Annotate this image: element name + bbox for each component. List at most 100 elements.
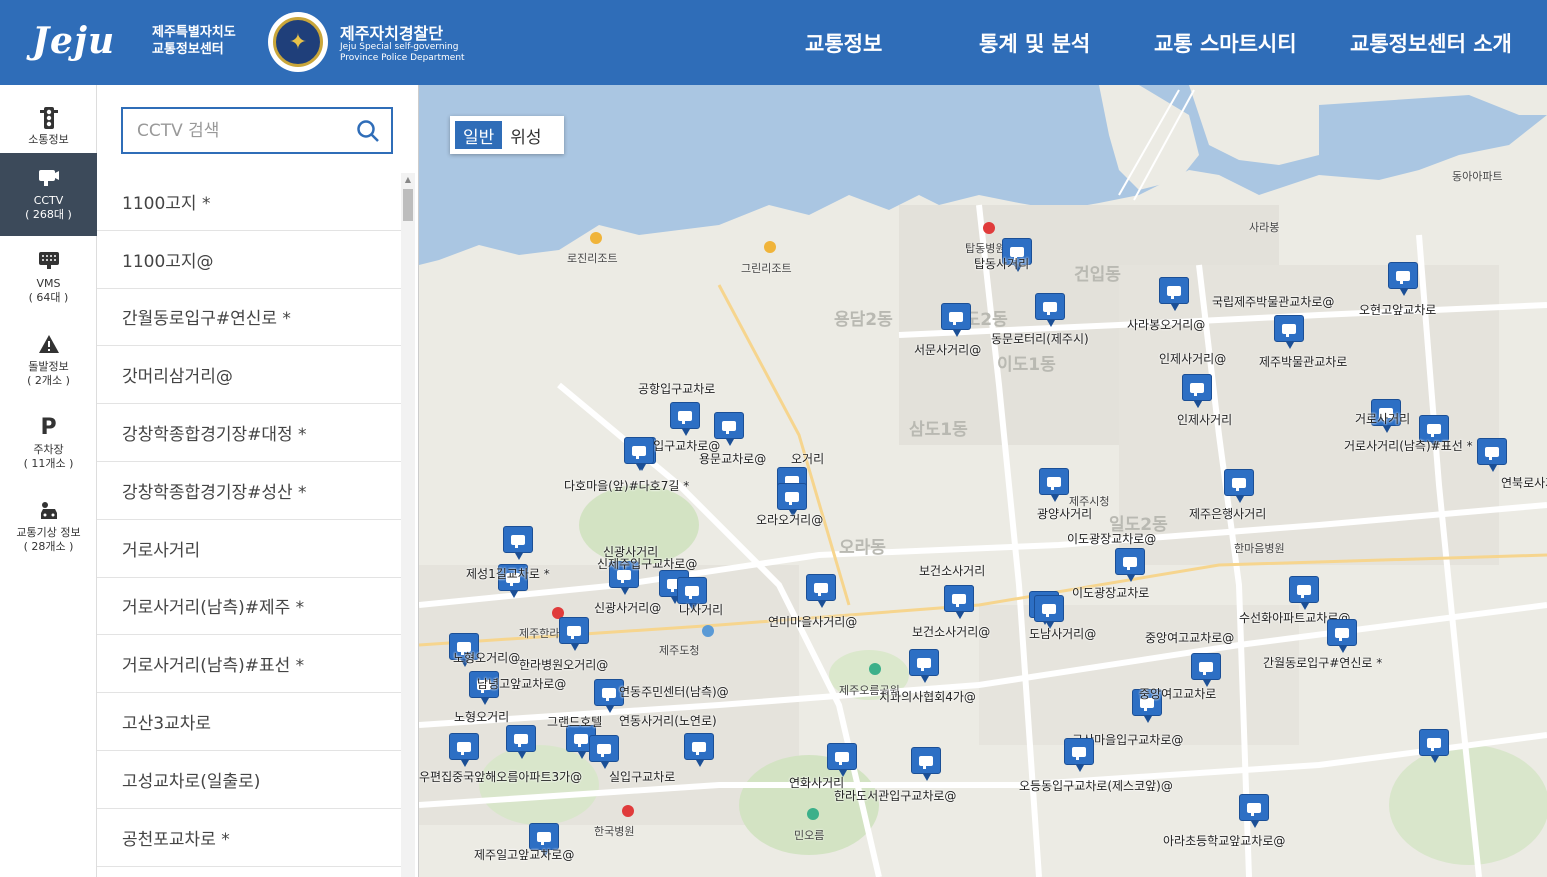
cctv-camera-icon[interactable] — [1419, 729, 1449, 763]
list-item[interactable]: 갓머리삼거리@ — [97, 346, 401, 405]
header: Jeju 제주특별자치도 교통정보센터 ✦ 제주자치경찰단 Jeju Speci… — [0, 0, 1547, 85]
cctv-marker[interactable] — [1388, 262, 1418, 296]
cctv-marker[interactable] — [684, 733, 714, 767]
sidebar-item-vms[interactable]: VMS ( 64대 ) — [0, 236, 97, 319]
cctv-camera-icon[interactable] — [1477, 438, 1507, 472]
cctv-camera-icon[interactable] — [941, 303, 971, 337]
cctv-camera-icon[interactable] — [503, 526, 533, 560]
list-item[interactable]: 강창학종합경기장#성산 * — [97, 462, 401, 520]
cctv-camera-icon[interactable] — [1274, 315, 1304, 349]
cctv-camera-icon[interactable] — [1035, 293, 1065, 327]
cctv-marker[interactable] — [670, 402, 700, 436]
cctv-marker[interactable] — [1327, 619, 1357, 653]
cctv-camera-icon[interactable] — [1289, 576, 1319, 610]
cctv-camera-icon[interactable] — [1224, 469, 1254, 503]
cctv-camera-icon[interactable] — [714, 412, 744, 446]
cctv-marker[interactable] — [1115, 548, 1145, 582]
district-label: 이도1동 — [997, 355, 1056, 375]
map-view[interactable]: 건입동 용담2동 이도1동 이도2동 삼도1동 오라동 일도2동 탑동병원 로진… — [419, 85, 1547, 877]
cctv-camera-icon[interactable] — [677, 577, 707, 611]
cctv-camera-icon[interactable] — [449, 733, 479, 767]
list-item[interactable]: 강창학종합경기장#대정 * — [97, 404, 401, 462]
cctv-marker[interactable] — [909, 649, 939, 683]
cctv-marker[interactable] — [1034, 595, 1064, 629]
cctv-marker[interactable] — [1039, 468, 1069, 502]
scroll-thumb[interactable] — [403, 189, 413, 221]
map-type-satellite-button[interactable]: 위성 — [502, 121, 549, 149]
list-item[interactable]: 고성교차로(일출로) — [97, 751, 401, 809]
cctv-camera-icon[interactable] — [589, 735, 619, 769]
cctv-marker[interactable] — [559, 617, 589, 651]
cctv-marker[interactable] — [944, 585, 974, 619]
cctv-camera-icon[interactable] — [911, 747, 941, 781]
nav-smart-city[interactable]: 교통 스마트시티 — [1154, 0, 1297, 85]
list-item[interactable]: 1100고지 * — [97, 173, 401, 231]
cctv-camera-icon[interactable] — [827, 743, 857, 777]
cctv-marker[interactable] — [1477, 438, 1507, 472]
cctv-marker[interactable] — [624, 437, 654, 471]
list-item[interactable]: 거로사거리(남측)#제주 * — [97, 578, 401, 636]
sidebar-item-weather[interactable]: 교통기상 정보 ( 28개소 ) — [0, 485, 97, 568]
cctv-marker[interactable] — [1064, 738, 1094, 772]
list-item[interactable]: 간월동로입구#연신로 * — [97, 289, 401, 347]
list-item[interactable]: 고산3교차로 — [97, 693, 401, 751]
cctv-camera-icon[interactable] — [944, 585, 974, 619]
cctv-camera-icon[interactable] — [909, 649, 939, 683]
cctv-marker[interactable] — [941, 303, 971, 337]
sidebar-item-parking[interactable]: P 주차장 ( 11개소 ) — [0, 402, 97, 485]
cctv-camera-icon[interactable] — [684, 733, 714, 767]
cctv-camera-icon[interactable] — [1327, 619, 1357, 653]
nav-center-intro[interactable]: 교통정보센터 소개 — [1350, 0, 1512, 85]
cctv-marker[interactable] — [1419, 729, 1449, 763]
sidebar-item-cctv[interactable]: CCTV ( 268대 ) — [0, 153, 97, 236]
cctv-camera-icon[interactable] — [1034, 595, 1064, 629]
parking-icon: P — [40, 414, 57, 440]
scroll-up-icon[interactable]: ▲ — [401, 173, 415, 187]
cctv-marker[interactable] — [506, 725, 536, 759]
cctv-marker[interactable] — [1182, 374, 1212, 408]
nav-statistics[interactable]: 통계 및 분석 — [979, 0, 1090, 85]
cctv-marker[interactable] — [1239, 794, 1269, 828]
cctv-marker[interactable] — [1274, 315, 1304, 349]
cctv-camera-icon[interactable] — [1039, 468, 1069, 502]
list-item[interactable]: 거로사거리 — [97, 520, 401, 578]
cctv-camera-icon[interactable] — [1191, 653, 1221, 687]
cctv-marker[interactable] — [589, 735, 619, 769]
cctv-camera-icon[interactable] — [1388, 262, 1418, 296]
cctv-marker[interactable] — [1035, 293, 1065, 327]
list-item[interactable]: 공천포교차로 * — [97, 809, 401, 867]
cctv-marker[interactable] — [1224, 469, 1254, 503]
cctv-camera-icon[interactable] — [506, 725, 536, 759]
cctv-camera-icon[interactable] — [1115, 548, 1145, 582]
jeju-logo[interactable]: Jeju — [32, 20, 115, 62]
search-icon[interactable] — [355, 118, 381, 144]
cctv-camera-icon[interactable] — [624, 437, 654, 471]
cctv-marker[interactable] — [806, 574, 836, 608]
cctv-marker[interactable] — [1289, 576, 1319, 610]
list-scrollbar[interactable]: ▲ — [401, 173, 415, 877]
cctv-camera-icon[interactable] — [1239, 794, 1269, 828]
cctv-camera-icon[interactable] — [1182, 374, 1212, 408]
cctv-marker[interactable] — [714, 412, 744, 446]
cctv-marker[interactable] — [1191, 653, 1221, 687]
cctv-marker[interactable] — [911, 747, 941, 781]
nav-traffic-info[interactable]: 교통정보 — [805, 0, 882, 85]
sidebar-item-incident[interactable]: 돌발정보 ( 2개소 ) — [0, 319, 97, 402]
cctv-camera-icon[interactable] — [777, 483, 807, 517]
cctv-marker-label: 동문로터리(제주시) — [991, 332, 1089, 346]
cctv-marker[interactable] — [449, 733, 479, 767]
cctv-marker[interactable] — [827, 743, 857, 777]
cctv-marker[interactable] — [503, 526, 533, 560]
cctv-camera-icon[interactable] — [806, 574, 836, 608]
cctv-camera-icon[interactable] — [559, 617, 589, 651]
map-type-normal-button[interactable]: 일반 — [455, 121, 503, 149]
list-item[interactable]: 1100고지@ — [97, 231, 401, 289]
cctv-camera-icon[interactable] — [670, 402, 700, 436]
cctv-camera-icon[interactable] — [1159, 277, 1189, 311]
cctv-marker[interactable] — [1159, 277, 1189, 311]
traffic-light-icon — [39, 106, 59, 129]
cctv-marker-label: 연미마을사거리@ — [768, 615, 858, 629]
cctv-search-input[interactable] — [137, 119, 347, 143]
cctv-camera-icon[interactable] — [1064, 738, 1094, 772]
list-item[interactable]: 거로사거리(남측)#표선 * — [97, 635, 401, 694]
